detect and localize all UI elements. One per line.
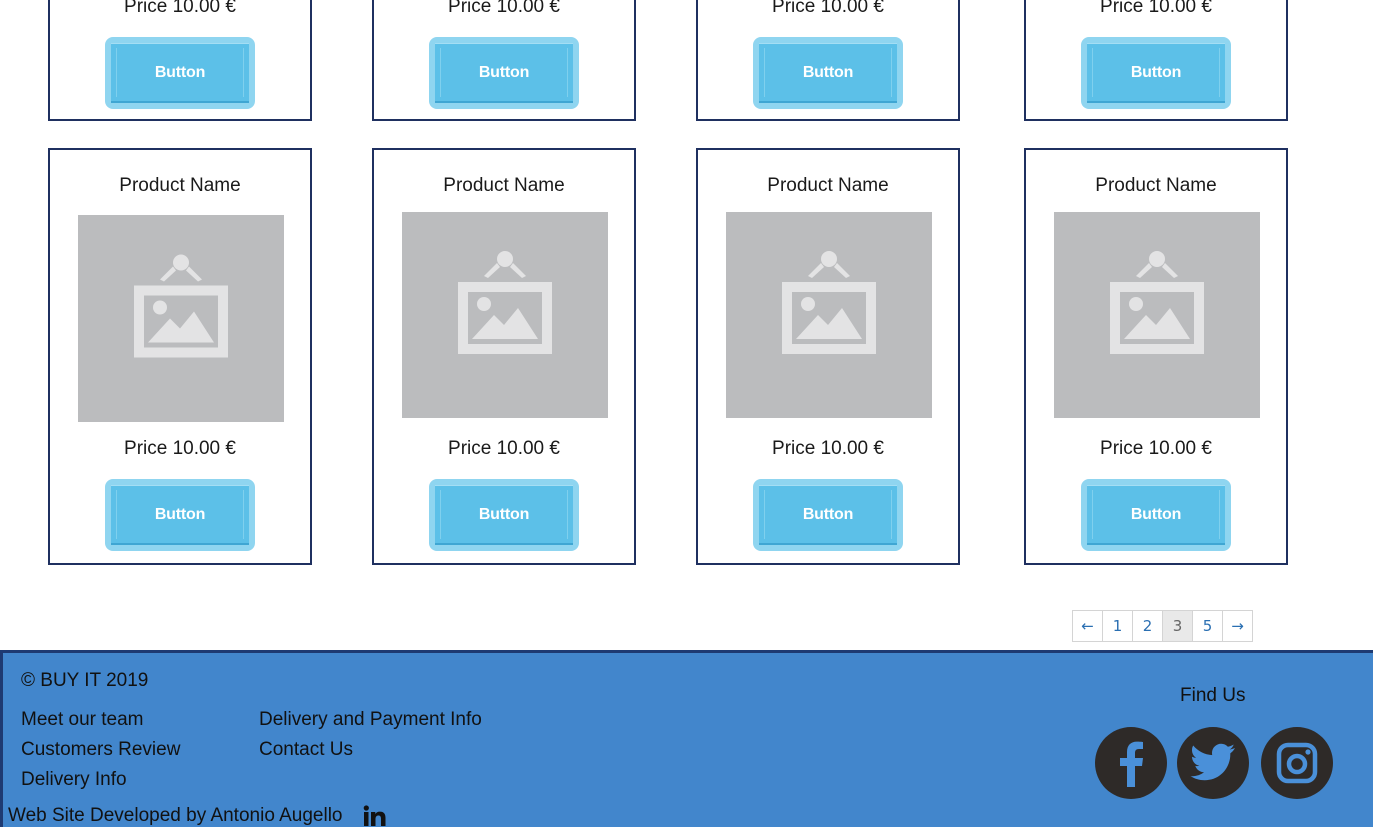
add-to-cart-button[interactable]: Button [753,479,903,551]
pagination-next-arrow-icon[interactable]: → [1222,610,1253,642]
product-name: Product Name [443,175,565,196]
add-to-cart-button[interactable]: Button [429,37,579,109]
image-placeholder-icon [78,215,284,422]
pagination-page-1[interactable]: 1 [1102,610,1133,642]
button-label: Button [435,43,573,103]
pagination-prev-arrow-icon[interactable]: ← [1072,610,1103,642]
product-card: Price 10.00 € Button [372,0,636,121]
product-card: Product Name Price 10.00 € Button [696,148,960,565]
product-price: Price 10.00 € [1100,438,1212,459]
site-footer: © BUY IT 2019 Meet our team Customers Re… [0,650,1373,827]
product-price: Price 10.00 € [1100,0,1212,17]
footer-link-customers-review[interactable]: Customers Review [21,739,180,761]
product-price: Price 10.00 € [124,0,236,17]
button-label: Button [1087,485,1225,545]
product-price: Price 10.00 € [124,438,236,459]
footer-link-delivery-payment-info[interactable]: Delivery and Payment Info [259,709,482,731]
button-label: Button [111,43,249,103]
button-label: Button [759,485,897,545]
add-to-cart-button[interactable]: Button [753,37,903,109]
pagination-page-3-current[interactable]: 3 [1162,610,1193,642]
button-label: Button [759,43,897,103]
footer-link-delivery-info[interactable]: Delivery Info [21,769,127,791]
product-card: Product Name Price 10.00 € Button [48,148,312,565]
copyright: © BUY IT 2019 [21,670,149,691]
image-placeholder-icon [402,212,608,418]
facebook-icon[interactable] [1095,727,1167,799]
footer-link-meet-our-team[interactable]: Meet our team [21,709,144,731]
button-label: Button [435,485,573,545]
product-price: Price 10.00 € [772,438,884,459]
add-to-cart-button[interactable]: Button [429,479,579,551]
add-to-cart-button[interactable]: Button [1081,37,1231,109]
button-label: Button [111,485,249,545]
product-price: Price 10.00 € [448,0,560,17]
pagination-page-5[interactable]: 5 [1192,610,1223,642]
linkedin-icon[interactable] [363,805,387,827]
instagram-icon[interactable] [1261,727,1333,799]
button-label: Button [1087,43,1225,103]
product-price: Price 10.00 € [772,0,884,17]
add-to-cart-button[interactable]: Button [1081,479,1231,551]
add-to-cart-button[interactable]: Button [105,37,255,109]
twitter-icon[interactable] [1177,727,1249,799]
find-us-heading: Find Us [1180,685,1246,706]
product-price: Price 10.00 € [448,438,560,459]
image-placeholder-icon [1054,212,1260,418]
pagination: ← 1 2 3 5 → [1072,610,1253,642]
product-name: Product Name [767,175,889,196]
product-card: Price 10.00 € Button [696,0,960,121]
pagination-page-2[interactable]: 2 [1132,610,1163,642]
product-card: Price 10.00 € Button [48,0,312,121]
product-card: Product Name Price 10.00 € Button [1024,148,1288,565]
developer-credit: Web Site Developed by Antonio Augello [8,805,343,826]
product-name: Product Name [119,175,241,196]
footer-link-contact-us[interactable]: Contact Us [259,739,353,761]
product-card: Price 10.00 € Button [1024,0,1288,121]
image-placeholder-icon [726,212,932,418]
product-name: Product Name [1095,175,1217,196]
add-to-cart-button[interactable]: Button [105,479,255,551]
product-card: Product Name Price 10.00 € Button [372,148,636,565]
